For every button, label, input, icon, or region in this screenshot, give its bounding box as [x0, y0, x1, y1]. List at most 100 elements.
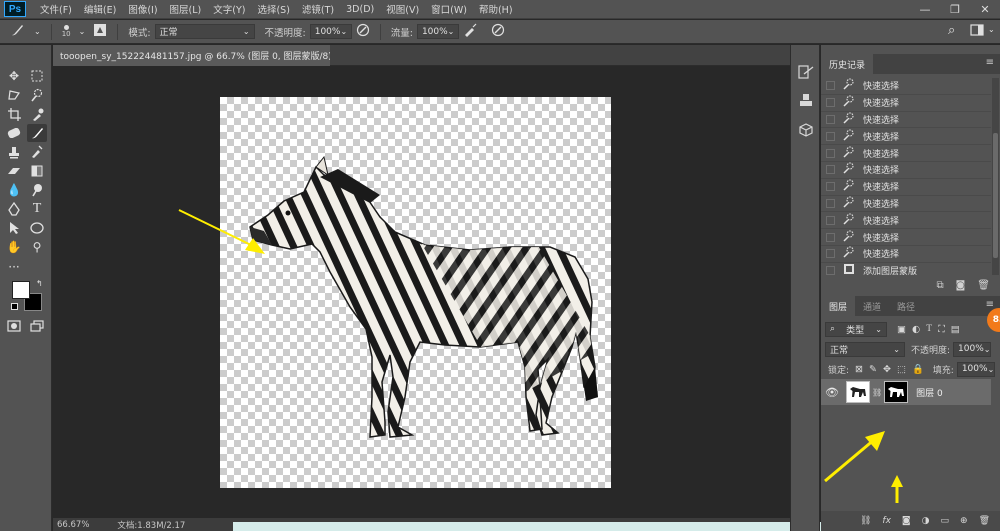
image-canvas[interactable] [220, 97, 611, 488]
brush-size-picker[interactable]: 10 [62, 25, 71, 38]
menu-select[interactable]: 选择(S) [251, 2, 295, 16]
link-layers-icon[interactable]: ⛓ [860, 516, 871, 526]
history-item[interactable]: 快速选择 [821, 229, 991, 246]
layer-item[interactable]: 👁 ⛓ 图层 0 [821, 379, 991, 405]
filter-smart-object-icon[interactable]: ▤ [951, 324, 960, 335]
layer-name[interactable]: 图层 0 [916, 386, 943, 399]
brush-preset-icon[interactable] [10, 23, 26, 40]
history-item[interactable]: 快速选择 [821, 128, 991, 146]
clone-stamp-tool-icon[interactable] [4, 143, 24, 161]
clone-source-icon[interactable] [797, 91, 815, 109]
add-mask-icon[interactable]: ◙ [902, 516, 911, 526]
chevron-down-icon[interactable]: ⌄ [34, 27, 41, 36]
layer-thumbnail[interactable] [846, 381, 870, 403]
marquee-tool-icon[interactable] [27, 67, 47, 85]
airbrush-icon[interactable] [463, 23, 479, 40]
chevron-down-icon[interactable]: ⌄ [79, 27, 86, 36]
filter-adjustment-icon[interactable]: ◐ [912, 324, 920, 335]
history-source-checkbox[interactable] [826, 131, 835, 141]
brush-tool-icon[interactable] [27, 124, 47, 142]
lock-image-icon[interactable]: ✎ [869, 364, 877, 375]
zoom-level[interactable]: 66.67% [57, 520, 89, 530]
filter-type-icon[interactable]: T [926, 324, 932, 334]
history-source-checkbox[interactable] [826, 114, 835, 124]
pen-tool-icon[interactable] [4, 200, 24, 218]
swap-colors-icon[interactable]: ↰ [36, 279, 43, 288]
pressure-opacity-icon[interactable] [356, 23, 370, 40]
layer-filter-select[interactable]: ⌕ 类型 ⌄ [825, 321, 887, 337]
snapshot-icon[interactable]: ◙ [956, 280, 966, 291]
eye-icon[interactable]: 👁 [825, 386, 843, 399]
default-colors-icon[interactable] [11, 303, 18, 310]
history-source-checkbox[interactable] [826, 148, 835, 158]
mask-link-icon[interactable]: ⛓ [872, 388, 882, 397]
new-adjustment-icon[interactable]: ◑ [922, 516, 930, 526]
ellipse-tool-icon[interactable] [27, 219, 47, 237]
history-source-checkbox[interactable] [826, 182, 835, 192]
layer-style-icon[interactable]: fx [882, 516, 891, 526]
lock-artboard-icon[interactable]: ⬚ [897, 364, 906, 375]
hand-tool-icon[interactable]: ✋ [4, 238, 24, 256]
fill-field[interactable]: 100% ⌄ [956, 361, 995, 377]
blend-mode-select[interactable]: 正常 ⌄ [825, 341, 905, 357]
quick-select-tool-icon[interactable] [27, 86, 47, 104]
menu-3d[interactable]: 3D(D) [340, 4, 380, 15]
history-item[interactable]: 快速选择 [821, 212, 991, 230]
canvas-area[interactable] [53, 66, 790, 518]
gradient-tool-icon[interactable] [27, 162, 47, 180]
menu-view[interactable]: 视图(V) [380, 2, 425, 16]
brush-panel-icon[interactable] [93, 23, 107, 40]
scrollbar-thumb[interactable] [993, 133, 998, 258]
eraser-tool-icon[interactable] [4, 162, 24, 180]
mode-select[interactable]: 正常 ⌄ [154, 24, 255, 39]
history-item[interactable]: 快速选择 [821, 145, 991, 162]
menu-edit[interactable]: 编辑(E) [78, 2, 122, 16]
history-source-checkbox[interactable] [826, 198, 835, 208]
minimize-button[interactable]: — [910, 0, 940, 19]
dodge-tool-icon[interactable] [27, 181, 47, 199]
menu-type[interactable]: 文字(Y) [207, 2, 251, 16]
menu-window[interactable]: 窗口(W) [425, 2, 473, 16]
new-layer-icon[interactable]: ⊕ [960, 516, 968, 526]
menu-file[interactable]: 文件(F) [34, 2, 78, 16]
history-brush-tool-icon[interactable] [27, 143, 47, 161]
menu-filter[interactable]: 滤镜(T) [296, 2, 340, 16]
quick-mask-icon[interactable] [4, 317, 24, 335]
history-panel-icon[interactable] [797, 63, 815, 81]
history-item[interactable]: 快速选择 [821, 112, 991, 129]
layer-mask-thumbnail[interactable] [884, 381, 909, 403]
eyedropper-tool-icon[interactable] [27, 105, 47, 123]
delete-layer-icon[interactable]: 🗑 [979, 516, 990, 526]
history-item[interactable]: 快速选择 [821, 179, 991, 196]
close-button[interactable]: ✕ [970, 0, 1000, 19]
more-tools-icon[interactable]: ··· [4, 258, 24, 276]
type-tool-icon[interactable]: T [27, 200, 47, 218]
new-group-icon[interactable]: ▭ [941, 516, 950, 526]
delete-icon[interactable]: 🗑 [977, 280, 990, 291]
history-source-checkbox[interactable] [826, 215, 835, 225]
screen-mode-icon[interactable] [27, 317, 47, 335]
history-source-checkbox[interactable] [826, 249, 835, 259]
history-scrollbar[interactable] [992, 78, 999, 275]
tab-channels[interactable]: 通道 [855, 296, 889, 316]
lock-transparent-icon[interactable]: ⊠ [855, 364, 863, 375]
history-source-checkbox[interactable] [826, 165, 835, 175]
panel-menu-icon[interactable]: ≡ [986, 57, 994, 68]
pressure-size-icon[interactable] [491, 23, 505, 40]
history-item[interactable]: 快速选择 [821, 246, 991, 263]
layer-opacity-field[interactable]: 100% ⌄ [953, 341, 992, 357]
zoom-tool-icon[interactable]: ⚲ [27, 238, 47, 256]
lock-all-icon[interactable]: 🔒 [912, 364, 924, 375]
opacity-field[interactable]: 100% ⌄ [309, 24, 352, 39]
move-tool-icon[interactable]: ✥ [4, 67, 24, 85]
new-document-from-state-icon[interactable]: ⧉ [936, 280, 943, 291]
search-icon[interactable]: ⌕ [948, 23, 955, 38]
history-item[interactable]: 快速选择 [821, 162, 991, 179]
history-source-checkbox[interactable] [826, 81, 835, 91]
flow-field[interactable]: 100% ⌄ [416, 24, 459, 39]
restore-button[interactable]: ❐ [940, 0, 970, 19]
workspace-icon[interactable] [970, 24, 984, 39]
lock-position-icon[interactable]: ✥ [883, 364, 891, 375]
menu-layer[interactable]: 图层(L) [164, 2, 208, 16]
document-info[interactable]: 文档:1.83M/2.17 [117, 519, 185, 531]
